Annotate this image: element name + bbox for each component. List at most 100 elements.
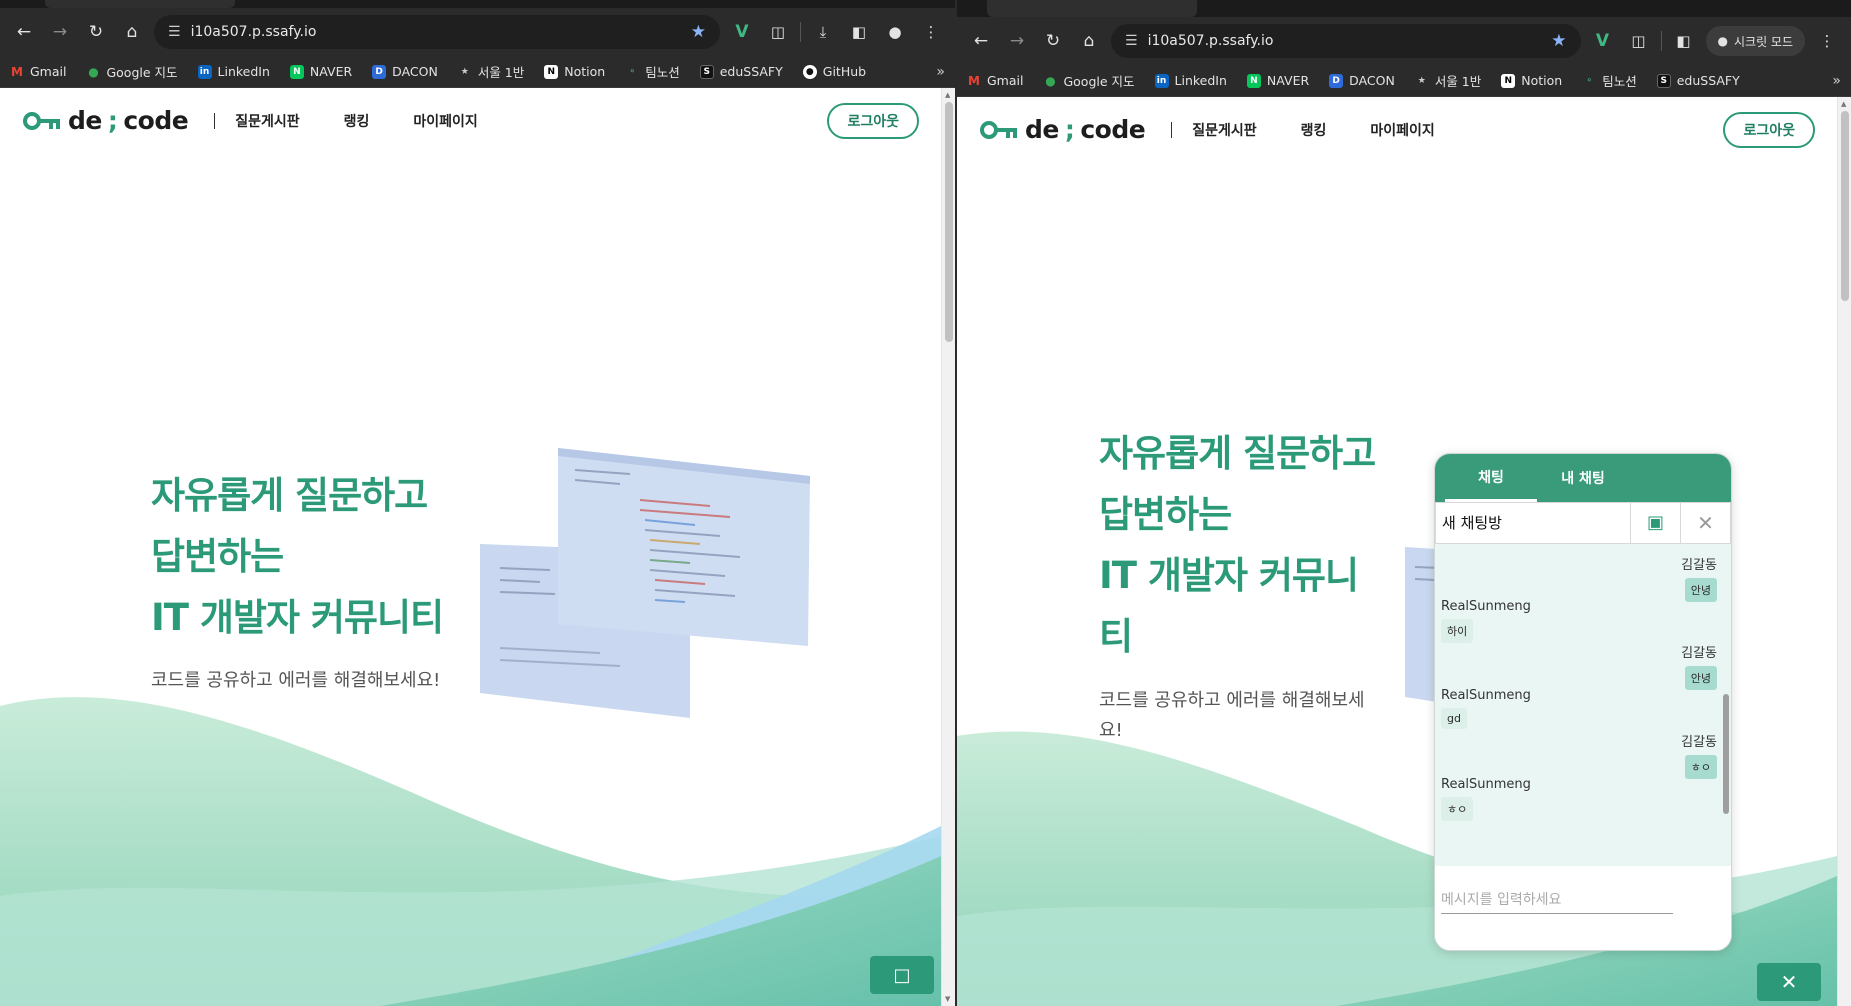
vue-devtools-icon[interactable]: V xyxy=(1589,27,1617,55)
page-scrollbar[interactable]: ▲ ▼ xyxy=(941,88,955,1006)
room-name-field[interactable]: 새 채팅방 xyxy=(1435,501,1631,544)
address-bar[interactable]: ☰ i10a507.p.ssafy.io ★ xyxy=(1111,24,1581,58)
site-info-icon[interactable]: ☰ xyxy=(1125,33,1138,49)
nav-question-board[interactable]: 질문게시판 xyxy=(235,111,299,131)
reload-button[interactable]: ↻ xyxy=(82,18,110,46)
message-input[interactable]: 메시지를 입력하세요 xyxy=(1441,884,1673,914)
side-panel-icon[interactable]: ◧ xyxy=(1670,27,1698,55)
message-bubble: ㅎㅇ xyxy=(1441,797,1474,821)
hero-line: IT 개발자 커뮤니티 xyxy=(151,596,444,639)
scroll-up-arrow[interactable]: ▲ xyxy=(945,91,950,99)
message-sender: RealSunmeng xyxy=(1441,599,1531,614)
bookmark-edussafy[interactable]: SeduSSAFY xyxy=(1656,73,1740,88)
bookmark-label: eduSSAFY xyxy=(719,64,783,79)
chat-open-button[interactable]: □ xyxy=(870,956,934,994)
tab-chat[interactable]: 채팅 xyxy=(1445,454,1537,502)
scroll-thumb[interactable] xyxy=(945,102,953,342)
video-camera-icon[interactable]: ▣ xyxy=(1631,501,1681,544)
github-icon: ● xyxy=(802,64,817,79)
site-logo[interactable]: de; code xyxy=(979,115,1146,144)
nav-mypage[interactable]: 마이페이지 xyxy=(1370,120,1434,140)
menu-kebab-icon[interactable]: ⋮ xyxy=(917,18,945,46)
active-tab[interactable] xyxy=(45,0,235,8)
url-text[interactable]: i10a507.p.ssafy.io xyxy=(1148,33,1542,49)
bookmark-google-maps[interactable]: ● Google 지도 xyxy=(86,62,177,81)
edussafy-icon: S xyxy=(699,64,714,79)
hero-line: 답변하는 xyxy=(1099,493,1232,536)
url-text[interactable]: i10a507.p.ssafy.io xyxy=(191,24,681,40)
header-divider xyxy=(1171,121,1173,138)
message-sender: RealSunmeng xyxy=(1441,688,1531,703)
bookmark-naver[interactable]: N NAVER xyxy=(1246,73,1309,88)
vue-devtools-icon[interactable]: V xyxy=(728,18,756,46)
profile-icon[interactable]: ● xyxy=(881,18,909,46)
scroll-down-arrow[interactable]: ▼ xyxy=(945,995,950,1003)
logo-text-code: code xyxy=(1080,115,1146,144)
site-info-icon[interactable]: ☰ xyxy=(168,24,181,40)
logo-text-de: de xyxy=(1025,115,1059,144)
close-room-icon[interactable]: ✕ xyxy=(1681,501,1731,544)
nav-question-board[interactable]: 질문게시판 xyxy=(1192,120,1256,140)
home-button[interactable]: ⌂ xyxy=(118,18,146,46)
active-tab[interactable] xyxy=(987,0,1197,17)
bookmark-seoul[interactable]: ★ 서울 1반 xyxy=(1415,71,1481,90)
tab-my-chat[interactable]: 내 채팅 xyxy=(1537,454,1629,502)
message-sender: 김갈동 xyxy=(1681,646,1717,661)
home-button[interactable]: ⌂ xyxy=(1075,27,1103,55)
bookmark-team-notion[interactable]: ⚬ 팀노션 xyxy=(1582,71,1636,90)
notion-icon: N xyxy=(1501,73,1516,88)
incognito-indicator[interactable]: ● 시크릿 모드 xyxy=(1705,26,1805,56)
bookmark-team-notion[interactable]: ⚬ 팀노션 xyxy=(625,62,679,81)
code-screens-illustration xyxy=(480,448,810,718)
bookmark-label: 서울 1반 xyxy=(1434,74,1482,89)
extensions-icon[interactable]: ◫ xyxy=(1625,27,1653,55)
bookmark-star-icon[interactable]: ★ xyxy=(1551,31,1566,51)
bookmark-seoul[interactable]: ★ 서울 1반 xyxy=(458,62,524,81)
side-panel-icon[interactable]: ◧ xyxy=(845,18,873,46)
back-button[interactable]: ← xyxy=(967,27,995,55)
bookmark-edussafy[interactable]: SeduSSAFY xyxy=(699,64,783,79)
bookmark-notion[interactable]: N Notion xyxy=(544,64,605,79)
bookmark-github[interactable]: ● GitHub xyxy=(802,64,866,79)
bookmark-linkedin[interactable]: in LinkedIn xyxy=(197,64,270,79)
bookmark-naver[interactable]: N NAVER xyxy=(289,64,352,79)
hero-subtitle-line: 요! xyxy=(1099,720,1123,741)
message-bubble: gd xyxy=(1441,708,1467,729)
web-page: de; code 질문게시판 랭킹 마이페이지 로그아웃 자유롭게 질문하고 답변… xyxy=(0,88,955,1006)
back-button[interactable]: ← xyxy=(10,18,38,46)
nav-ranking[interactable]: 랭킹 xyxy=(344,111,370,131)
download-icon[interactable]: ⤓ xyxy=(809,18,837,46)
bookmarks-overflow-icon[interactable]: » xyxy=(1832,73,1841,89)
address-bar[interactable]: ☰ i10a507.p.ssafy.io ★ xyxy=(154,15,720,49)
bookmark-gmail[interactable]: M Gmail xyxy=(10,64,66,79)
page-scrollbar[interactable]: ▲ xyxy=(1837,97,1851,1006)
site-logo[interactable]: de; code xyxy=(22,106,189,135)
bookmark-dacon[interactable]: D DACON xyxy=(372,64,438,79)
bookmark-label: eduSSAFY xyxy=(1676,73,1740,88)
extensions-icon[interactable]: ◫ xyxy=(764,18,792,46)
logout-button[interactable]: 로그아웃 xyxy=(827,102,919,139)
forward-button[interactable]: → xyxy=(46,18,74,46)
menu-kebab-icon[interactable]: ⋮ xyxy=(1813,27,1841,55)
bookmark-google-maps[interactable]: ● Google 지도 xyxy=(1043,71,1134,90)
message-bubble: 안녕 xyxy=(1684,578,1717,602)
logout-button[interactable]: 로그아웃 xyxy=(1723,111,1815,148)
bookmarks-overflow-icon[interactable]: » xyxy=(936,64,945,80)
reload-button[interactable]: ↻ xyxy=(1039,27,1067,55)
forward-button[interactable]: → xyxy=(1003,27,1031,55)
bookmark-gmail[interactable]: M Gmail xyxy=(967,73,1023,88)
header-divider xyxy=(214,112,216,129)
nav-ranking[interactable]: 랭킹 xyxy=(1301,120,1327,140)
chat-message: RealSunmeng gd xyxy=(1441,688,1531,729)
scroll-up-arrow[interactable]: ▲ xyxy=(1841,100,1846,108)
scroll-thumb[interactable] xyxy=(1841,111,1849,301)
bookmark-dacon[interactable]: D DACON xyxy=(1329,73,1395,88)
bookmark-star-icon[interactable]: ★ xyxy=(691,22,706,42)
message-scrollbar[interactable] xyxy=(1723,694,1729,814)
chat-close-button[interactable]: ✕ xyxy=(1757,963,1821,1001)
nav-mypage[interactable]: 마이페이지 xyxy=(413,111,477,131)
maps-pin-icon: ● xyxy=(1045,73,1056,88)
bookmark-notion[interactable]: N Notion xyxy=(1501,73,1562,88)
chat-message: RealSunmeng 하이 xyxy=(1441,599,1531,643)
bookmark-linkedin[interactable]: in LinkedIn xyxy=(1154,73,1227,88)
